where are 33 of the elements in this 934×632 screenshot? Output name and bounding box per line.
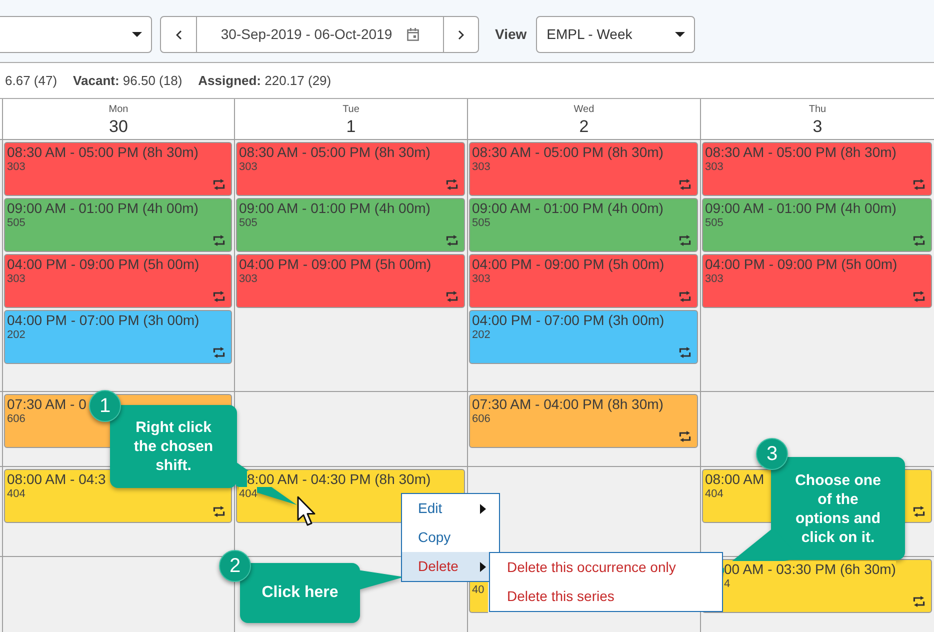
- day-date: 2: [579, 116, 589, 137]
- shift-time: 07:30 AM - 04:00 PM (8h 30m): [472, 396, 664, 412]
- view-label: View: [495, 25, 527, 44]
- day-name: Wed: [574, 104, 594, 116]
- shift-time: 00 AM - 03:30 PM (6h 30m): [724, 561, 896, 577]
- shift-time: 04:00 PM - 09:00 PM (5h 00m): [705, 256, 898, 272]
- summary-stat: 6.67 (47): [5, 72, 58, 90]
- day-date: 3: [812, 116, 822, 137]
- day-name: Thu: [808, 104, 826, 116]
- day-date: 30: [109, 116, 128, 137]
- shift-time: 04:00 PM - 09:00 PM (5h 00m): [472, 256, 664, 272]
- shift-time: 08:30 AM - 05:00 PM (8h 30m): [705, 144, 896, 160]
- shift-time: 08:00 AM - 04:3: [7, 471, 106, 487]
- shift-time: 8:00 AM - 04:30 PM (8h 30m): [247, 471, 431, 487]
- day-date: 1: [346, 116, 356, 137]
- day-name: Mon: [108, 104, 128, 116]
- shift-time: 04:00 PM - 07:00 PM (3h 00m): [7, 312, 200, 328]
- shift-time: 09:00 AM - 01:00 PM (4h 00m): [472, 200, 664, 216]
- shift-time: 07:30 AM - 0: [7, 396, 86, 412]
- shift-time: 08:30 AM - 05:00 PM (8h 30m): [7, 144, 198, 160]
- day-name: Tue: [342, 104, 360, 116]
- shift-time: 09:00 AM - 01:00 PM (4h 00m): [239, 200, 430, 216]
- shift-time: 09:00 AM - 01:00 PM (4h 00m): [7, 200, 198, 216]
- summary-stat: Vacant: 96.50 (18): [73, 72, 182, 90]
- shift-time: 08:30 AM - 05:00 PM (8h 30m): [239, 144, 430, 160]
- shift-time: 09:00 AM - 01:00 PM (4h 00m): [705, 200, 896, 216]
- shift-time: 04:00 PM - 09:00 PM (5h 00m): [7, 256, 200, 272]
- shift-time: 04:00 PM - 07:00 PM (3h 00m): [472, 312, 664, 328]
- shift-time: 08:00 AM: [705, 471, 764, 487]
- summary-stat: Assigned: 220.17 (29): [198, 72, 332, 90]
- shift-time: 08:30 AM - 05:00 PM (8h 30m): [472, 144, 664, 160]
- shift-time: 04:00 PM - 09:00 PM (5h 00m): [239, 256, 432, 272]
- callout-tooltip: Click here: [240, 563, 404, 623]
